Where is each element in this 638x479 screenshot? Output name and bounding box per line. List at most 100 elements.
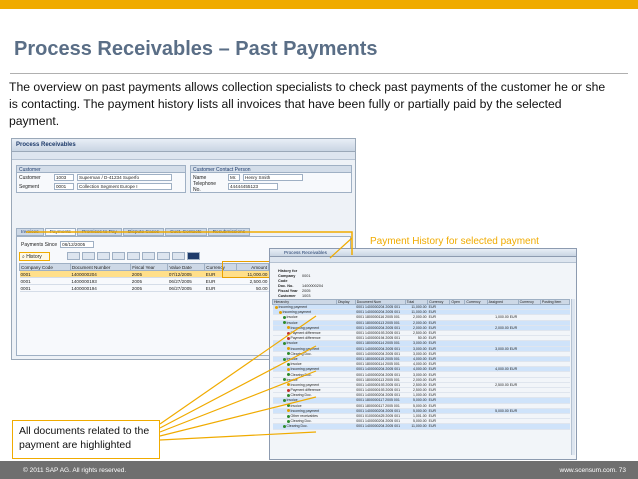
col-fiscal-year[interactable]: Fiscal Year — [130, 263, 169, 271]
payments-since-input[interactable]: 06/12/2005 — [60, 241, 95, 248]
document-type-label: Payment difference — [290, 336, 321, 341]
segment-name-field[interactable]: Collection Segment Europe I — [77, 183, 172, 190]
tab-invoices[interactable]: Invoices — [16, 228, 44, 236]
cell: 0001 — [19, 284, 71, 292]
segment-label: Segment — [19, 183, 40, 190]
segment-row: Segment 0001 Collection Segment Europe I — [17, 182, 185, 191]
col-value-date[interactable]: Value Date — [167, 263, 206, 271]
document-type-label: Other receivables — [290, 414, 318, 419]
document-type-icon — [286, 331, 290, 335]
cell: 1400000193 — [70, 277, 131, 285]
payments-since-label: Payments Since — [21, 241, 58, 248]
sum-button[interactable] — [112, 252, 125, 260]
history-scrollbar[interactable] — [571, 299, 575, 455]
cell: 2,500.00 — [236, 277, 269, 285]
document-type-label: Incoming payment — [290, 325, 320, 330]
currency-cell — [518, 423, 541, 430]
document-type-label: Invoice — [286, 320, 298, 325]
document-type-icon — [286, 383, 290, 387]
document-type-label: Payment difference — [290, 388, 321, 393]
customer-name-field[interactable]: Superman / D-41234 Superfo — [77, 174, 172, 181]
col-document-number[interactable]: Document Number — [69, 263, 132, 271]
tab-strip: Invoices Payments Promises to Pay Disput… — [16, 228, 251, 236]
document-type-label: Invoice — [286, 315, 298, 320]
window-title: Process Receivables — [12, 139, 355, 152]
print-button[interactable] — [127, 252, 140, 260]
cell: 0001 — [19, 270, 71, 278]
cell: 2005 — [130, 284, 168, 292]
title-field[interactable]: Mr. — [228, 174, 240, 181]
document-type-icon — [286, 388, 290, 392]
cell: 2005 — [130, 270, 168, 278]
document-type-label: Clearing Doc. — [290, 372, 312, 377]
info-row: Company Code 0001 — [278, 274, 311, 283]
top-accent-bar — [0, 0, 638, 9]
document-cell: 0001 1400000193 2005 001 — [355, 330, 406, 337]
history-toolbar — [270, 257, 576, 263]
document-cell: 0001 1400000204 2005 001 — [355, 371, 406, 378]
cell: 06/27/2005 — [167, 277, 205, 285]
telephone-field[interactable]: 44444455123 — [228, 183, 278, 190]
document-type-label: Invoice — [286, 398, 298, 403]
payment-history-window: Process Receivables History for Company … — [269, 248, 577, 460]
open-cell — [449, 423, 465, 430]
table-row[interactable]: 0001 1400000193 2005 06/27/2005 EUR 2,50… — [19, 277, 269, 285]
tab-dispute-cases[interactable]: Dispute Cases — [122, 228, 165, 236]
sort-descending-button[interactable] — [82, 252, 95, 260]
table-row[interactable]: 0001 1400000194 2005 06/27/2005 EUR 50.0… — [19, 284, 269, 292]
document-type-icon — [286, 409, 290, 413]
tab-promises-to-pay[interactable]: Promises to Pay — [76, 228, 122, 236]
filter-button[interactable] — [97, 252, 110, 260]
col-company-code[interactable]: Company Code — [19, 263, 71, 271]
document-type-icon — [286, 347, 290, 351]
assigned-cell — [487, 423, 519, 430]
document-cell: 0001 1800000113 2005 001 — [355, 377, 406, 383]
document-type-icon — [286, 414, 290, 418]
document-type-label: Invoice — [286, 341, 298, 346]
document-type-icon — [286, 352, 290, 356]
tab-resubmissions[interactable]: Resubmissions — [207, 228, 251, 236]
document-type-icon — [282, 378, 286, 382]
customer-id-field[interactable]: 1003 — [54, 174, 74, 181]
document-cell: 0001 1400000204 2005 001 — [355, 351, 406, 357]
total-cell: 11,000.00 — [405, 423, 428, 430]
history-button[interactable]: ⌕ History — [19, 252, 50, 261]
export-button[interactable] — [142, 252, 155, 260]
document-type-label: Invoice — [290, 403, 302, 408]
sort-ascending-button[interactable] — [67, 252, 80, 260]
contact-name-field[interactable]: Henry Smith — [243, 174, 303, 181]
document-type-label: Clearing Doc. — [290, 351, 312, 356]
document-type-label: Clearing Doc. — [290, 419, 312, 424]
document-type-label: Invoice — [286, 356, 298, 361]
layout-button[interactable] — [157, 252, 170, 260]
payments-since-row: Payments Since 06/12/2005 — [21, 241, 95, 248]
history-button-label: History — [26, 254, 42, 260]
document-cell: 0001 1400000194 2005 001 — [355, 335, 406, 342]
table-row[interactable]: Clearing Doc. 0001 1400000204 2005 001 11,… — [272, 423, 570, 430]
document-cell: 0001 0100000425 2005 001 — [355, 413, 406, 420]
amount-highlight — [222, 261, 270, 278]
document-type-label: Incoming payment — [290, 346, 320, 351]
tab-cust-contacts[interactable]: Cust. Contacts — [165, 228, 207, 236]
document-type-icon — [282, 341, 286, 345]
display-cell — [336, 423, 356, 430]
footer-bar: © 2011 SAP AG. All rights reserved. www.… — [0, 461, 638, 479]
cell: 07/12/2005 — [167, 270, 205, 278]
cell: 06/27/2005 — [167, 284, 205, 292]
document-type-icon — [286, 373, 290, 377]
document-type-label: Incoming payment — [290, 367, 320, 372]
segment-id-field[interactable]: 0001 — [54, 183, 74, 190]
payment-history-callout: Payment History for selected payment — [370, 236, 539, 247]
document-cell: 0001 1400000204 2005 001 — [355, 418, 406, 425]
footer-site-page: www.scensum.com. 73 — [559, 467, 626, 474]
document-cell: 0001 1800000117 2005 001 — [355, 403, 406, 409]
document-type-icon — [274, 305, 278, 309]
document-type-label: Invoice — [290, 362, 302, 367]
hierarchy-cell: Clearing Doc. — [272, 423, 337, 430]
select-layout-button[interactable] — [172, 252, 185, 260]
document-type-label: Incoming payment — [282, 310, 312, 315]
tab-payments[interactable]: Payments — [44, 228, 76, 236]
info-icon[interactable] — [187, 252, 200, 260]
window-toolbar — [12, 152, 355, 160]
slide-title: Process Receivables – Past Payments — [14, 38, 378, 60]
